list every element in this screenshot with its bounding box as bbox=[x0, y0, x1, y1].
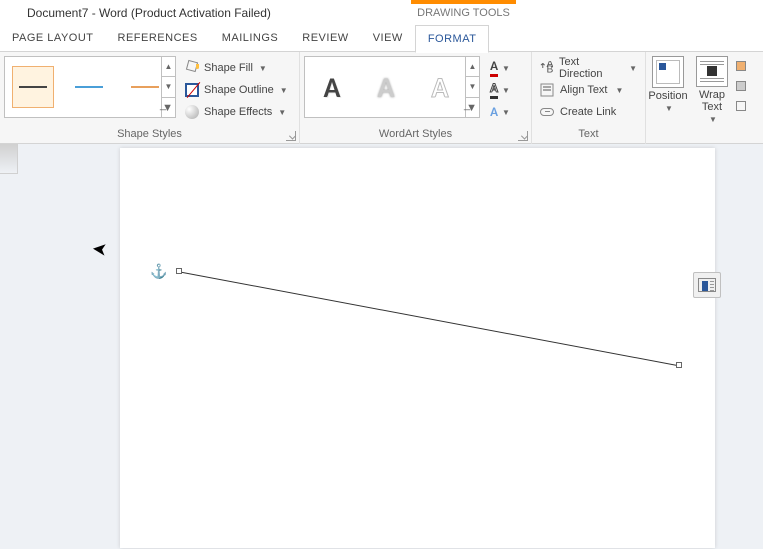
drawn-line-shape[interactable] bbox=[120, 148, 715, 548]
text-direction-button[interactable]: AB Text Direction ▼ bbox=[536, 58, 641, 78]
wordart-style-1[interactable]: A bbox=[305, 57, 359, 117]
scroll-region[interactable] bbox=[0, 144, 18, 174]
send-backward-partial[interactable] bbox=[734, 76, 746, 96]
gallery-more-icon[interactable]: _▼ bbox=[466, 98, 479, 117]
tab-references[interactable]: REFERENCES bbox=[106, 24, 210, 52]
wrap-text-icon bbox=[700, 59, 724, 83]
mouse-cursor-icon: ➤ bbox=[91, 238, 108, 260]
position-icon bbox=[656, 60, 680, 84]
bring-forward-partial[interactable] bbox=[734, 56, 746, 76]
group-arrange: Position ▼ Wrap Text ▼ bbox=[646, 52, 750, 144]
wordart-group-label: WordArt Styles bbox=[300, 128, 531, 144]
line-handle-start[interactable] bbox=[176, 268, 182, 274]
shape-effects-icon bbox=[184, 104, 200, 120]
text-group-label: Text bbox=[532, 128, 645, 144]
gallery-up-icon[interactable]: ▲ bbox=[466, 57, 479, 77]
tab-review[interactable]: REVIEW bbox=[290, 24, 360, 52]
wordart-style-3[interactable]: A bbox=[413, 57, 467, 117]
shape-effects-label: Shape Effects bbox=[204, 106, 272, 118]
tab-format[interactable]: FORMAT bbox=[415, 25, 490, 53]
gallery-down-icon[interactable]: ▼ bbox=[162, 77, 175, 97]
layout-options-icon bbox=[698, 278, 716, 292]
align-text-icon bbox=[540, 83, 554, 97]
text-direction-icon: AB bbox=[540, 61, 553, 75]
shape-effects-button[interactable]: Shape Effects ▼ bbox=[180, 102, 292, 122]
page[interactable]: ⚓ bbox=[120, 148, 715, 548]
layout-options-button[interactable] bbox=[693, 272, 721, 298]
shape-fill-button[interactable]: Shape Fill ▼ bbox=[180, 58, 292, 78]
tab-mailings[interactable]: MAILINGS bbox=[210, 24, 291, 52]
position-button[interactable]: Position ▼ bbox=[646, 52, 690, 124]
wrap-text-label: Wrap Text bbox=[690, 89, 734, 113]
wrap-text-button[interactable]: Wrap Text ▼ bbox=[690, 52, 734, 124]
position-label: Position bbox=[648, 90, 687, 102]
dropdown-caret-icon: ▼ bbox=[280, 86, 288, 95]
contextual-tab-header: DRAWING TOOLS bbox=[411, 0, 516, 24]
drawing-tools-label: DRAWING TOOLS bbox=[411, 4, 516, 19]
shape-outline-label: Shape Outline bbox=[204, 84, 274, 96]
shape-outline-icon bbox=[184, 82, 200, 98]
text-fill-button[interactable]: A▼ bbox=[484, 58, 516, 78]
wordart-dialog-launcher[interactable] bbox=[518, 131, 528, 141]
shape-style-gallery[interactable]: ▲ ▼ _▼ bbox=[4, 56, 176, 118]
shape-outline-button[interactable]: Shape Outline ▼ bbox=[180, 80, 292, 100]
line-handle-end[interactable] bbox=[676, 362, 682, 368]
anchor-icon[interactable]: ⚓ bbox=[150, 263, 167, 280]
arrange-more bbox=[734, 52, 746, 124]
app-title: Document7 - Word (Product Activation Fai… bbox=[27, 6, 271, 20]
wordart-style-2[interactable]: A bbox=[359, 57, 413, 117]
align-text-button[interactable]: Align Text ▼ bbox=[536, 80, 641, 100]
align-text-label: Align Text bbox=[560, 84, 608, 96]
create-link-button[interactable]: Create Link bbox=[536, 102, 641, 122]
link-icon bbox=[540, 108, 554, 116]
ribbon-tabs: PAGE LAYOUT REFERENCES MAILINGS REVIEW V… bbox=[0, 24, 763, 52]
wordart-gallery-scroll[interactable]: ▲ ▼ _▼ bbox=[465, 57, 479, 117]
gallery-scroll[interactable]: ▲ ▼ _▼ bbox=[161, 57, 175, 117]
text-outline-button[interactable]: A▼ bbox=[484, 80, 516, 100]
gallery-up-icon[interactable]: ▲ bbox=[162, 57, 175, 77]
title-bar: Document7 - Word (Product Activation Fai… bbox=[0, 0, 763, 24]
wordart-gallery[interactable]: A A A ▲ ▼ _▼ bbox=[304, 56, 480, 118]
shape-style-2[interactable] bbox=[61, 57, 117, 117]
text-direction-label: Text Direction bbox=[559, 56, 621, 80]
gallery-more-icon[interactable]: _▼ bbox=[162, 98, 175, 117]
shape-styles-dialog-launcher[interactable] bbox=[286, 131, 296, 141]
text-effects-button[interactable]: A▼ bbox=[484, 102, 516, 122]
group-text: AB Text Direction ▼ Align Text ▼ Create … bbox=[532, 52, 646, 144]
tab-page-layout[interactable]: PAGE LAYOUT bbox=[0, 24, 106, 52]
shape-style-1[interactable] bbox=[5, 57, 61, 117]
svg-text:B: B bbox=[547, 65, 554, 75]
group-shape-styles: ▲ ▼ _▼ Shape Fill ▼ Shape Outline ▼ bbox=[0, 52, 300, 144]
dropdown-caret-icon: ▼ bbox=[259, 64, 267, 73]
shape-fill-label: Shape Fill bbox=[204, 62, 253, 74]
tab-view[interactable]: VIEW bbox=[361, 24, 415, 52]
document-area: ⚓ ➤ bbox=[0, 144, 763, 549]
ribbon: ▲ ▼ _▼ Shape Fill ▼ Shape Outline ▼ bbox=[0, 52, 763, 144]
group-wordart-styles: A A A ▲ ▼ _▼ A▼ A▼ A▼ WordArt Styles bbox=[300, 52, 532, 144]
create-link-label: Create Link bbox=[560, 106, 616, 118]
paint-bucket-icon bbox=[184, 60, 200, 76]
selection-pane-partial[interactable] bbox=[734, 96, 746, 116]
shape-styles-group-label: Shape Styles bbox=[0, 128, 299, 144]
dropdown-caret-icon: ▼ bbox=[278, 108, 286, 117]
gallery-down-icon[interactable]: ▼ bbox=[466, 77, 479, 97]
